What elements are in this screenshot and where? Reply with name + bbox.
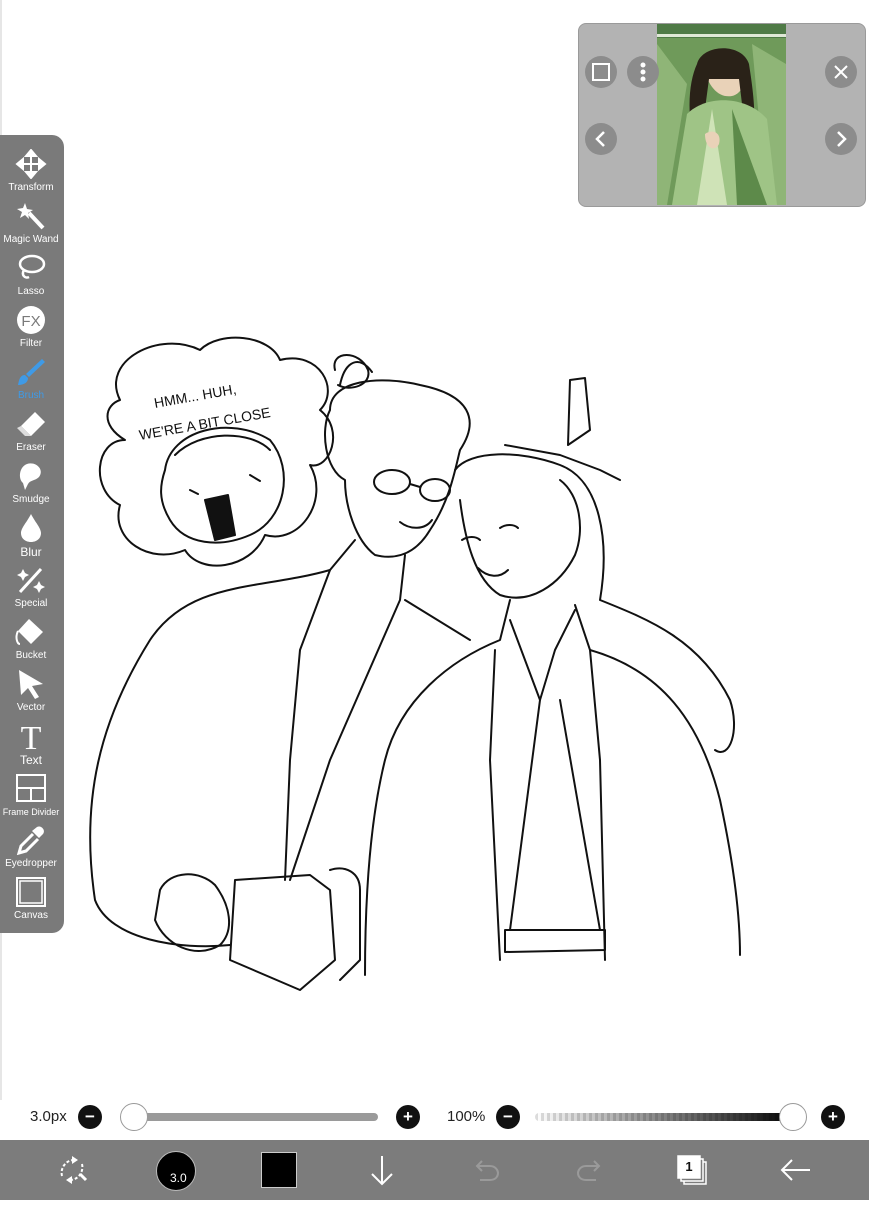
tool-special[interactable]: Special	[0, 561, 62, 613]
tool-label: Text	[19, 753, 42, 767]
tool-transform[interactable]: Transform	[0, 145, 62, 197]
tool-lasso[interactable]: Lasso	[0, 249, 62, 301]
import-button[interactable]	[352, 1140, 412, 1200]
layers-button[interactable]: 1	[662, 1140, 722, 1200]
reference-window-menu-button[interactable]	[627, 56, 659, 88]
tool-canvas[interactable]: Canvas	[0, 873, 62, 925]
reference-window-close-button[interactable]	[825, 56, 857, 88]
bucket-icon	[15, 619, 43, 645]
bottom-toolbar: 3.0 1	[0, 1140, 869, 1200]
tool-magic-wand[interactable]: Magic Wand	[0, 197, 62, 249]
left-figure-head	[324, 379, 471, 558]
tool-label: Eyedropper	[5, 858, 57, 869]
tool-label: Eraser	[16, 442, 46, 453]
svg-text:FX: FX	[21, 313, 40, 330]
tool-label: Blur	[20, 545, 42, 559]
tool-label: Canvas	[14, 910, 48, 921]
chevron-left-icon	[595, 131, 605, 147]
tool-blur[interactable]: Blur	[0, 509, 62, 561]
drop-icon	[21, 514, 41, 542]
reference-window[interactable]	[578, 23, 866, 207]
brush-size-decrease-button[interactable]: −	[78, 1105, 102, 1129]
hair-pin	[567, 377, 591, 446]
eyedropper-icon	[16, 826, 44, 855]
brush-size-badge: 3.0	[170, 1171, 187, 1185]
opacity-slider[interactable]	[535, 1113, 797, 1121]
tool-frame-divider[interactable]: Frame Divider	[0, 769, 62, 821]
glasses-right	[419, 478, 451, 502]
svg-text:T: T	[21, 721, 42, 751]
arrow-down-icon	[371, 1156, 393, 1186]
tool-brush[interactable]: Brush	[0, 353, 62, 405]
opacity-value: 100%	[447, 1108, 486, 1125]
cursor-arrow-icon	[19, 670, 43, 699]
arrow-left-icon	[780, 1159, 810, 1181]
brush-size-slider-thumb[interactable]	[120, 1103, 148, 1131]
tool-bucket[interactable]: Bucket	[0, 613, 62, 665]
tool-label: Bucket	[15, 650, 47, 661]
layers-count: 1	[685, 1159, 693, 1174]
redo-button[interactable]	[560, 1140, 620, 1200]
brush-icon	[18, 359, 45, 385]
chevron-right-icon	[837, 131, 847, 147]
reference-image	[657, 24, 786, 205]
reference-next-button[interactable]	[825, 123, 857, 155]
brush-size-increase-button[interactable]: +	[396, 1105, 420, 1129]
opacity-increase-button[interactable]: +	[821, 1105, 845, 1129]
tool-label: Filter	[19, 338, 43, 349]
reference-window-mode-button[interactable]	[585, 56, 617, 88]
text-t-icon: T	[21, 721, 42, 751]
undo-icon	[475, 1160, 500, 1181]
canvas-square-icon	[16, 877, 46, 907]
tool-label: Special	[14, 598, 48, 609]
tool-smudge[interactable]: Smudge	[0, 457, 62, 509]
back-button[interactable]	[766, 1140, 826, 1200]
rotate-arrows-icon	[60, 1156, 88, 1184]
opacity-decrease-button[interactable]: −	[496, 1105, 520, 1129]
opacity-slider-thumb[interactable]	[779, 1103, 807, 1131]
tool-label: Transform	[8, 182, 54, 193]
tool-sidebar: Transform Magic Wand Lasso FX Filter Bru…	[0, 135, 64, 933]
lasso-icon	[18, 254, 46, 279]
tool-text[interactable]: T Text	[0, 717, 62, 769]
smudge-icon	[19, 463, 41, 490]
reference-previous-button[interactable]	[585, 123, 617, 155]
move-arrows-icon	[15, 149, 47, 179]
tool-vector[interactable]: Vector	[0, 665, 62, 717]
sparkle-icon	[17, 567, 45, 594]
tool-label: Frame Divider	[2, 807, 60, 817]
tool-filter[interactable]: FX Filter	[0, 301, 62, 353]
brush-settings-bar: 3.0px − + 100% − +	[0, 1096, 869, 1138]
tool-eyedropper[interactable]: Eyedropper	[0, 821, 62, 873]
tool-label: Vector	[16, 702, 46, 713]
current-color-swatch	[261, 1152, 297, 1188]
fx-icon: FX	[17, 306, 45, 334]
tool-label: Smudge	[12, 494, 50, 505]
tool-label: Lasso	[17, 286, 45, 297]
tool-label: Magic Wand	[3, 234, 59, 245]
left-hand	[154, 873, 231, 952]
tool-eraser[interactable]: Eraser	[0, 405, 62, 457]
tool-label: Brush	[17, 390, 45, 401]
brush-size-button[interactable]: 3.0	[146, 1140, 206, 1200]
glasses-left	[373, 469, 411, 495]
frame-divider-icon	[16, 774, 46, 802]
color-picker-button[interactable]	[249, 1140, 309, 1200]
eraser-icon	[17, 412, 45, 436]
redo-icon	[576, 1160, 601, 1181]
magic-wand-icon	[17, 203, 45, 230]
undo-button[interactable]	[456, 1140, 516, 1200]
close-icon	[834, 65, 848, 79]
selection-transform-button[interactable]	[42, 1140, 102, 1200]
more-vertical-icon	[640, 62, 646, 82]
brush-size-value: 3.0px	[30, 1108, 67, 1125]
square-icon	[592, 63, 610, 81]
brush-size-slider[interactable]	[130, 1113, 378, 1121]
bubble-text-line1: HMM... HUH,	[153, 381, 238, 411]
